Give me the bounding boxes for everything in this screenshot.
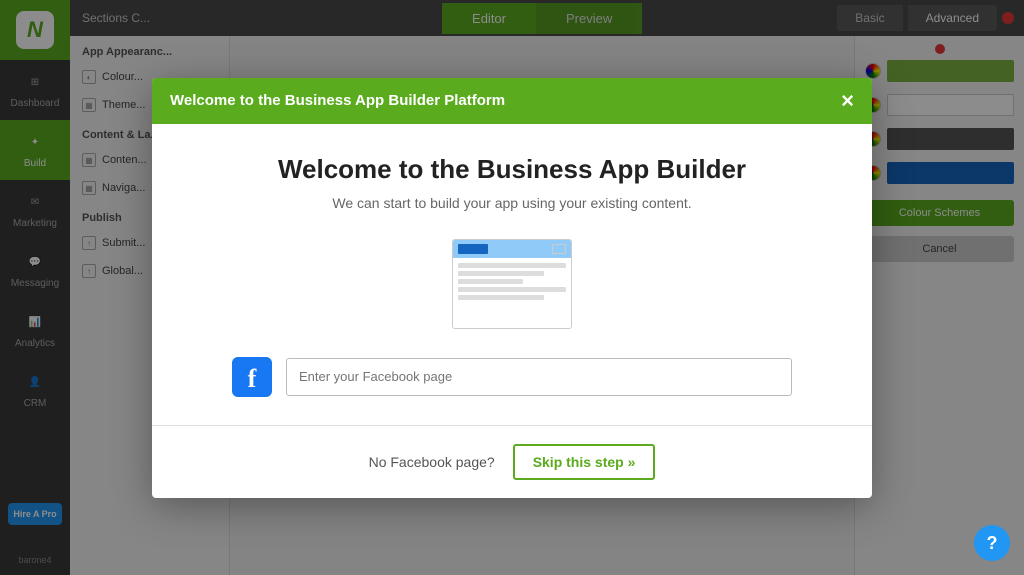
modal-body: Welcome to the Business App Builder We c… [152, 124, 872, 397]
welcome-modal: Welcome to the Business App Builder Plat… [152, 78, 872, 498]
no-facebook-label: No Facebook page? [369, 454, 495, 470]
facebook-f-letter: f [248, 366, 257, 392]
mockup-line [458, 263, 566, 268]
mockup-header [453, 240, 571, 258]
modal-title: Welcome to the Business App Builder [192, 154, 832, 185]
mockup-header-small [552, 244, 566, 254]
modal-header: Welcome to the Business App Builder Plat… [152, 78, 872, 124]
app-mockup-illustration [452, 239, 572, 329]
facebook-page-input[interactable] [286, 358, 792, 396]
facebook-icon: f [232, 357, 272, 397]
mockup-line [458, 295, 544, 300]
mockup-line [458, 287, 566, 292]
modal-close-button[interactable]: × [841, 90, 854, 112]
mockup-header-block [458, 244, 488, 254]
help-button[interactable]: ? [974, 525, 1010, 561]
mockup-line [458, 279, 523, 284]
mockup-content [453, 258, 571, 305]
mockup-line [458, 271, 544, 276]
modal-overlay: Welcome to the Business App Builder Plat… [0, 0, 1024, 575]
modal-subtitle: We can start to build your app using you… [192, 195, 832, 211]
modal-header-title: Welcome to the Business App Builder Plat… [170, 92, 505, 109]
modal-footer: No Facebook page? Skip this step » [152, 426, 872, 498]
skip-step-button[interactable]: Skip this step » [513, 444, 656, 480]
facebook-input-row: f [192, 357, 832, 397]
